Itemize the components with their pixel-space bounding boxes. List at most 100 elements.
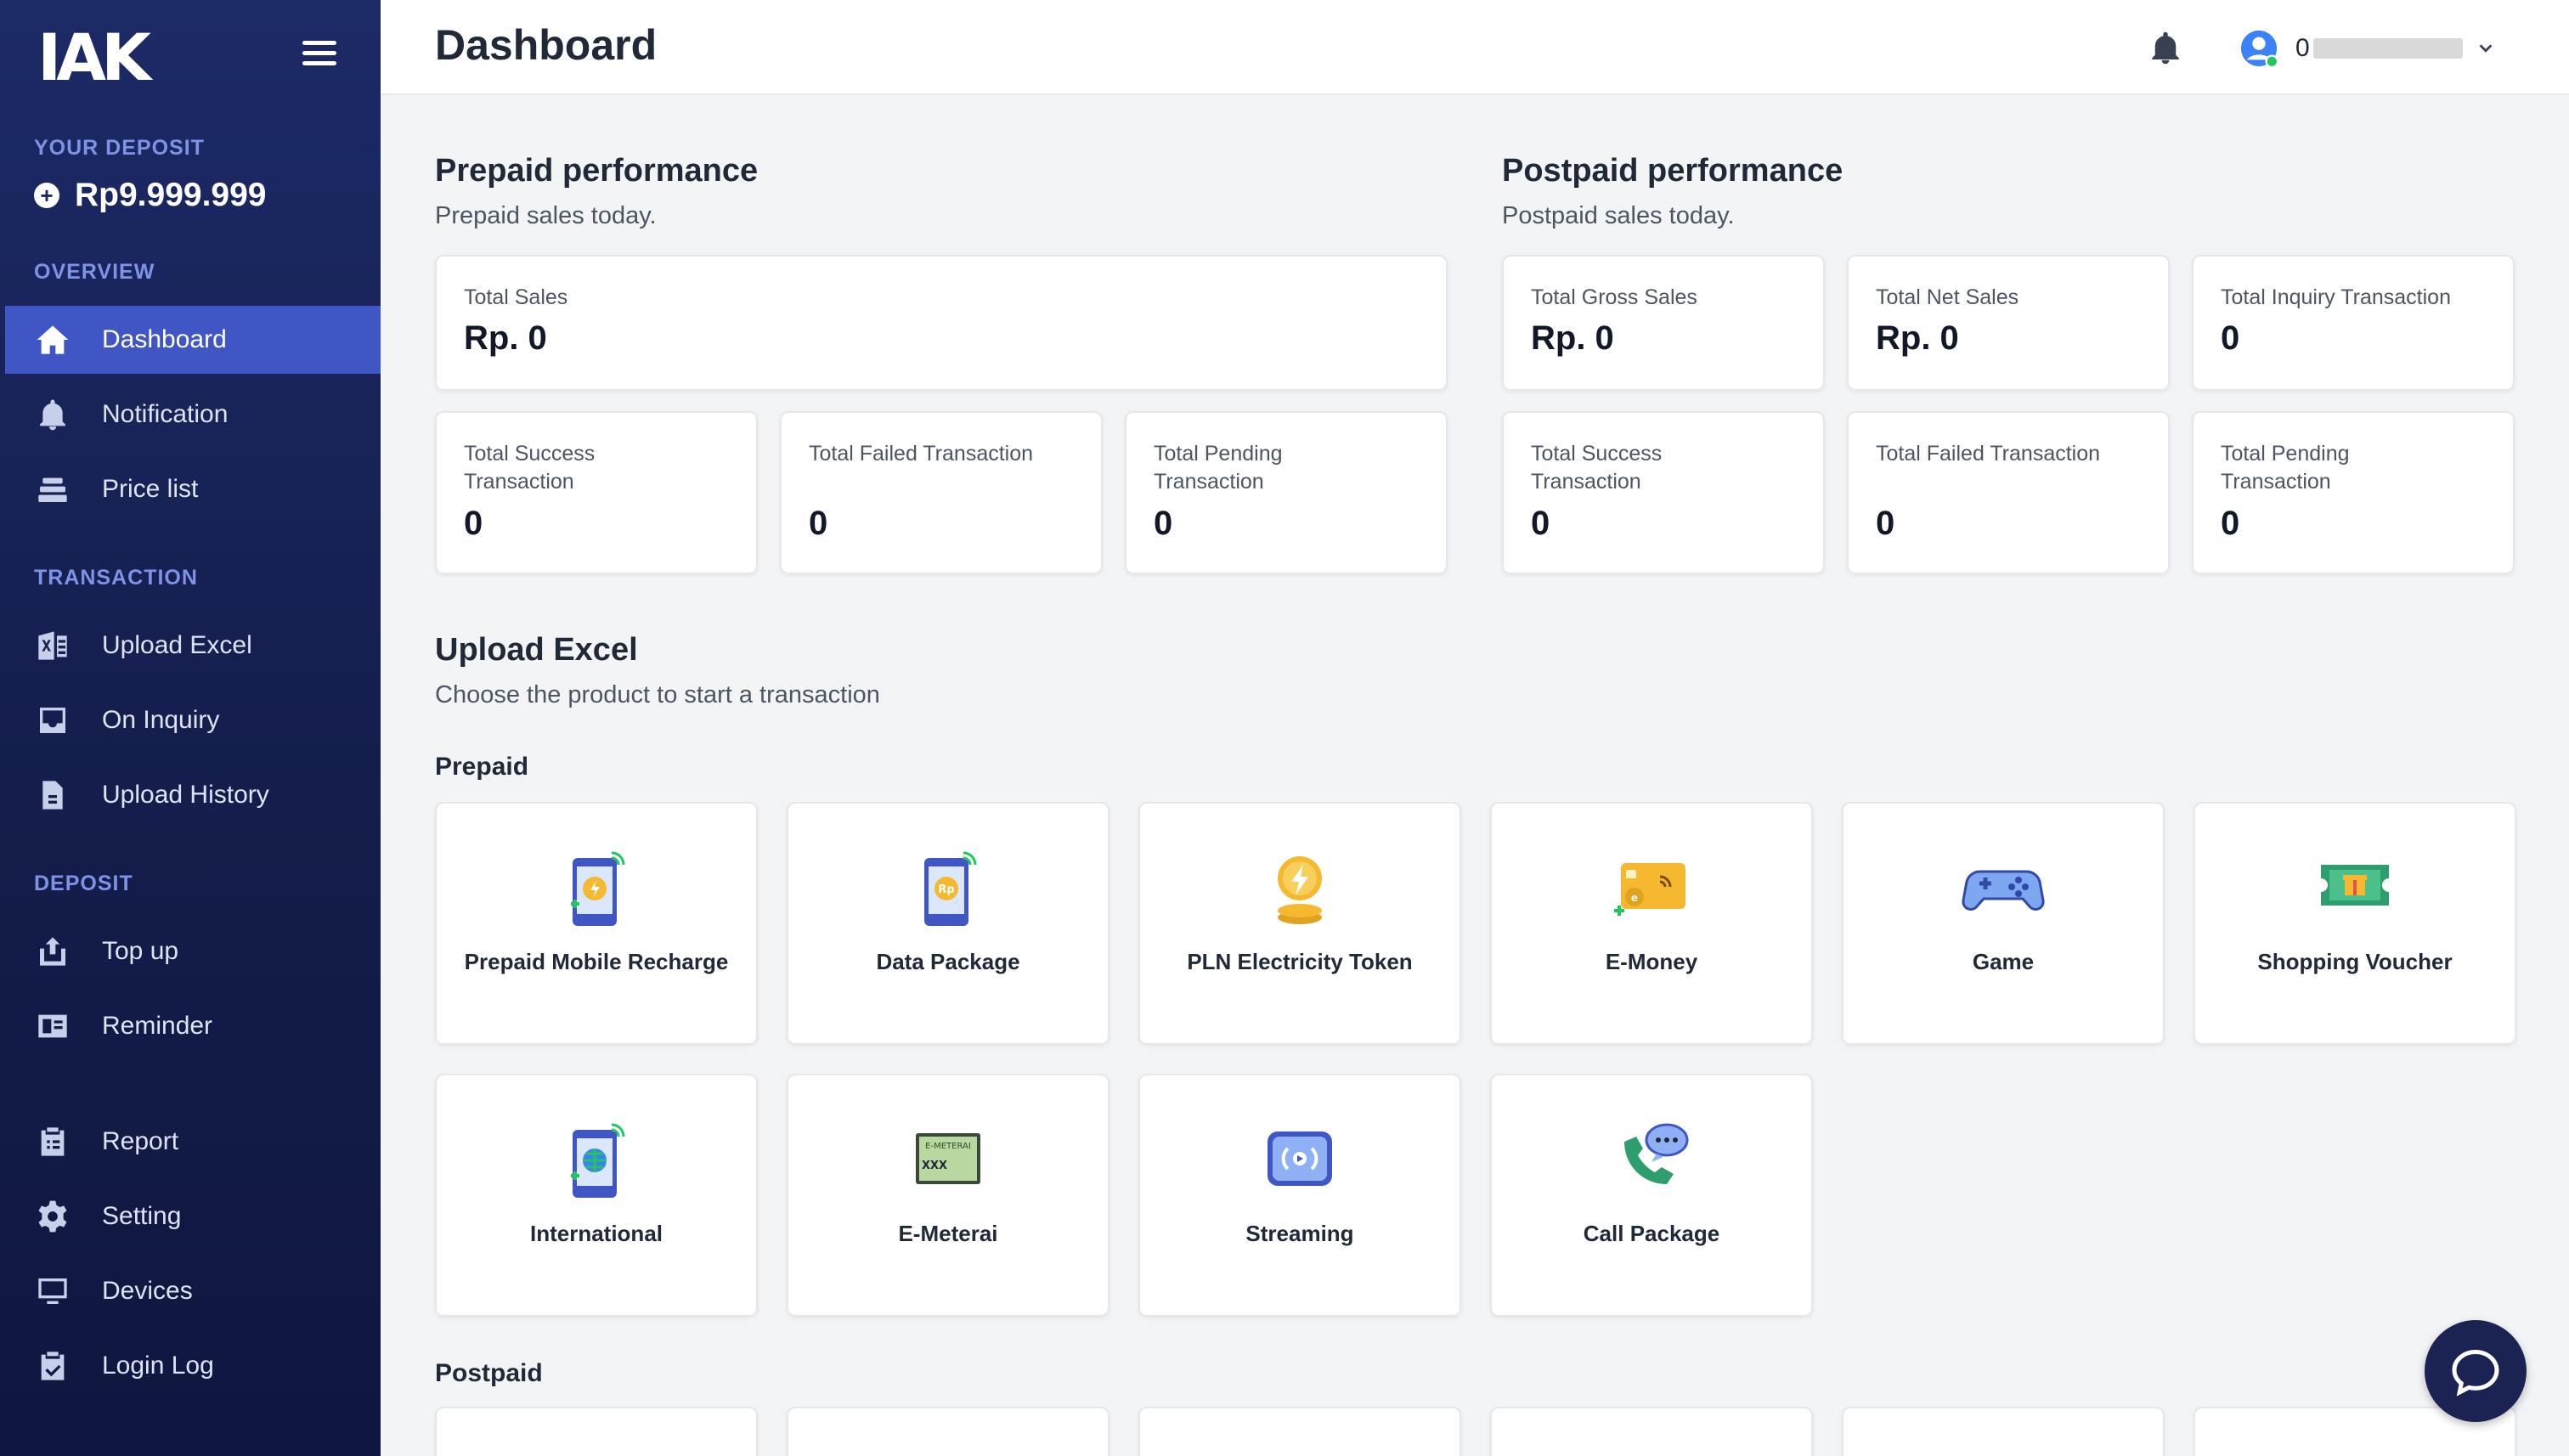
excel-icon	[34, 627, 71, 664]
postpaid-gross-sales-card: Total Gross Sales Rp. 0	[1502, 255, 1825, 391]
sidebar-item-label: Devices	[102, 1277, 193, 1305]
iak-logo[interactable]: IAK	[37, 25, 151, 90]
postpaid-performance-subtitle: Postpaid sales today.	[1502, 202, 1735, 229]
user-avatar-icon	[2240, 30, 2278, 68]
stat-value: 0	[809, 505, 828, 542]
stat-label: Total Success Transaction	[1531, 442, 1663, 494]
product-streaming[interactable]: Streaming	[1138, 1074, 1461, 1317]
stat-value: 0	[464, 505, 483, 542]
sidebar-item-dashboard[interactable]: Dashboard	[5, 306, 381, 374]
sidebar-item-upload-excel[interactable]: Upload Excel	[0, 612, 381, 680]
e-meterai-icon-code: XXX	[922, 1160, 947, 1172]
postpaid-product-card[interactable]	[435, 1407, 758, 1456]
chevron-down-icon	[2479, 44, 2493, 53]
sidebar-item-label: Notification	[102, 400, 229, 428]
product-label: Data Package	[876, 949, 1020, 974]
hamburger-menu-icon[interactable]	[302, 41, 336, 68]
sidebar-item-top-up[interactable]: Top up	[0, 917, 381, 985]
sidebar-item-price-list[interactable]: Price list	[0, 455, 381, 523]
sidebar-item-label: Price list	[102, 475, 199, 503]
streaming-icon	[1268, 1132, 1332, 1186]
stat-value: 0	[2221, 505, 2240, 542]
sidebar-item-setting[interactable]: Setting	[0, 1182, 381, 1250]
prepaid-total-sales-card: Total Sales Rp. 0	[435, 255, 1448, 391]
gear-icon	[34, 1198, 71, 1235]
upload-excel-subtitle: Choose the product to start a transactio…	[435, 681, 880, 708]
stat-value: Rp. 0	[1876, 319, 1959, 357]
sidebar-item-reminder[interactable]: Reminder	[0, 992, 381, 1060]
product-label: Game	[1972, 949, 2035, 974]
sidebar-item-label: Upload Excel	[102, 631, 252, 659]
section-transaction: TRANSACTION	[34, 566, 198, 590]
product-label: Call Package	[1583, 1221, 1720, 1246]
product-pln-electricity-token[interactable]: PLN Electricity Token	[1138, 802, 1461, 1045]
data-package-icon: Rp	[924, 851, 977, 926]
product-label: International	[529, 1221, 663, 1246]
stat-value: 0	[1154, 505, 1173, 542]
deposit-value: Rp9.999.999	[75, 177, 267, 213]
bell-icon	[34, 396, 71, 433]
document-icon	[34, 776, 71, 814]
upload-excel-title: Upload Excel	[435, 632, 638, 668]
postpaid-product-card[interactable]	[1842, 1407, 2165, 1456]
product-shopping-voucher[interactable]: Shopping Voucher	[2194, 802, 2516, 1045]
top-header: Dashboard 0	[381, 0, 2569, 95]
product-international[interactable]: International	[435, 1074, 758, 1317]
postpaid-failed-card: Total Failed Transaction 0	[1847, 411, 2170, 574]
postpaid-inquiry-card: Total Inquiry Transaction 0	[2192, 255, 2515, 391]
sidebar-item-label: Setting	[102, 1202, 182, 1230]
sidebar-item-label: Report	[102, 1127, 179, 1155]
postpaid-group-label: Postpaid	[435, 1359, 543, 1387]
stat-label: Total Gross Sales	[1531, 285, 1697, 309]
section-deposit: DEPOSIT	[34, 872, 133, 895]
phone-call-icon	[1624, 1123, 1689, 1184]
clipboard-list-icon	[34, 1123, 71, 1160]
mobile-recharge-icon	[571, 851, 625, 926]
user-name-redacted	[2312, 38, 2463, 59]
prepaid-failed-card: Total Failed Transaction 0	[780, 411, 1103, 574]
stat-value: Rp. 0	[464, 319, 547, 357]
stat-value: Rp. 0	[1531, 319, 1614, 357]
product-e-money[interactable]: e E-Money	[1490, 802, 1813, 1045]
sidebar-item-devices[interactable]: Devices	[0, 1257, 381, 1325]
stat-label: Total Success Transaction	[464, 442, 596, 494]
deposit-balance: + Rp9.999.999	[34, 177, 267, 214]
sidebar-item-login-log[interactable]: Login Log	[0, 1332, 381, 1400]
sidebar-item-label: Login Log	[102, 1352, 214, 1380]
prepaid-pending-card: Total Pending Transaction 0	[1125, 411, 1448, 574]
sidebar-item-label: Reminder	[102, 1012, 213, 1040]
stat-label: Total Net Sales	[1876, 285, 2019, 309]
chat-button[interactable]	[2425, 1320, 2527, 1422]
stat-label: Total Failed Transaction	[809, 442, 1034, 466]
product-data-package[interactable]: Rp Data Package	[787, 802, 1109, 1045]
sidebar-item-on-inquiry[interactable]: On Inquiry	[0, 686, 381, 754]
sidebar-item-upload-history[interactable]: Upload History	[0, 761, 381, 829]
product-e-meterai[interactable]: E-METERAI XXX E-Meterai	[787, 1074, 1109, 1317]
postpaid-product-card[interactable]	[787, 1407, 1109, 1456]
home-icon	[34, 321, 71, 358]
product-prepaid-mobile-recharge[interactable]: Prepaid Mobile Recharge	[435, 802, 758, 1045]
electricity-token-icon	[1278, 856, 1322, 924]
postpaid-product-card[interactable]	[1138, 1407, 1461, 1456]
clipboard-check-icon	[34, 1347, 71, 1385]
page-title: Dashboard	[435, 21, 658, 69]
svg-text:e: e	[1631, 892, 1638, 904]
user-name: 0	[2295, 34, 2310, 62]
product-game[interactable]: Game	[1842, 802, 2165, 1045]
user-menu[interactable]: 0	[2239, 29, 2495, 68]
sidebar-item-label: On Inquiry	[102, 706, 220, 734]
sidebar-item-label: Dashboard	[102, 325, 227, 353]
deposit-label: YOUR DEPOSIT	[34, 136, 205, 160]
gamepad-icon	[1962, 870, 2045, 911]
sidebar-item-notification[interactable]: Notification	[0, 381, 381, 449]
sidebar-item-report[interactable]: Report	[0, 1108, 381, 1176]
postpaid-product-card[interactable]	[1490, 1407, 1813, 1456]
add-deposit-icon[interactable]: +	[34, 183, 59, 208]
e-money-card-icon: e	[1614, 863, 1685, 916]
stat-value: 0	[2221, 319, 2240, 357]
stat-label: Total Sales	[464, 285, 568, 309]
top-up-icon	[34, 933, 71, 970]
product-call-package[interactable]: Call Package	[1490, 1074, 1813, 1317]
notification-bell-icon[interactable]	[2148, 29, 2183, 66]
postpaid-performance-title: Postpaid performance	[1502, 153, 1843, 189]
